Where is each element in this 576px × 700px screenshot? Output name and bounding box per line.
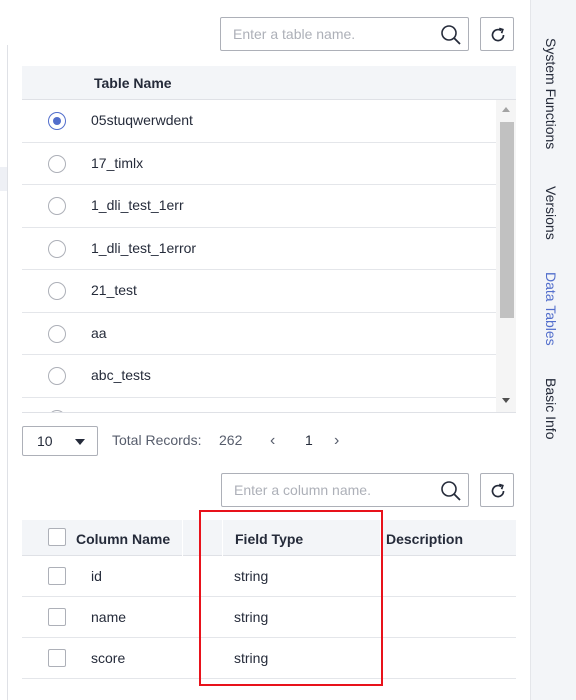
column-name-header: Column Name [76, 531, 171, 547]
scroll-up-arrow-icon[interactable] [502, 107, 510, 112]
table-radio[interactable] [48, 112, 66, 130]
tab-versions[interactable]: Versions [543, 186, 559, 240]
field-type-cell: string [234, 568, 269, 584]
table-list-header: Table Name [22, 66, 516, 100]
table-name: 1_dli_test_1err [91, 197, 184, 213]
column-row[interactable]: name string [22, 597, 516, 638]
field-type-header: Field Type [235, 531, 304, 547]
column-table-header: Column Name Field Type Description [22, 520, 516, 556]
column-checkbox[interactable] [48, 649, 66, 667]
scroll-thumb[interactable] [500, 122, 514, 318]
total-records-value: 262 [219, 432, 243, 448]
refresh-icon [491, 27, 505, 42]
table-name: 1_dli_test_1error [91, 239, 197, 256]
table-radio[interactable] [48, 282, 66, 300]
table-row[interactable]: 17_timlx [22, 143, 496, 185]
table-list-divider [22, 412, 516, 413]
tab-basic-info[interactable]: Basic Info [543, 378, 559, 439]
field-type-cell: string [234, 609, 269, 625]
column-checkbox[interactable] [48, 567, 66, 585]
table-row[interactable]: 05stuqwerwdent [22, 100, 496, 143]
column-name-cell: name [91, 609, 127, 625]
table-name: 17_timlx [91, 154, 144, 171]
prev-page-button[interactable]: ‹ [270, 432, 275, 450]
column-row[interactable]: id string [22, 556, 516, 597]
data-tables-panel: Table Name 05stuqwerwdent 17_timlx 1_dli… [8, 0, 530, 700]
column-search-box [221, 473, 469, 507]
table-search-box [220, 17, 469, 51]
column-separator [222, 520, 223, 556]
total-records-label: Total Records: [112, 432, 202, 448]
table-row[interactable]: 1_dli_test_1err [22, 185, 496, 228]
tab-data-tables[interactable]: Data Tables [543, 272, 559, 346]
table-search-input[interactable] [221, 18, 433, 50]
column-refresh-button[interactable] [480, 473, 514, 507]
current-page[interactable]: 1 [305, 432, 313, 448]
tab-system-functions[interactable]: System Functions [543, 38, 559, 149]
table-radio[interactable] [48, 239, 66, 258]
page-size-select[interactable]: 10 [22, 426, 98, 456]
scroll-down-arrow-icon[interactable] [502, 398, 510, 403]
search-icon[interactable] [440, 24, 462, 46]
table-row-partial[interactable] [22, 398, 496, 412]
column-checkbox[interactable] [48, 608, 66, 626]
left-panel-handle [0, 167, 7, 191]
page-size-value: 10 [37, 433, 53, 449]
column-separator [380, 520, 381, 556]
table-name: 05stuqwerwdent [91, 112, 193, 128]
table-name: 21_test [91, 282, 137, 298]
table-row[interactable]: 21_test [22, 270, 496, 313]
refresh-icon [491, 483, 505, 498]
table-refresh-button[interactable] [480, 17, 514, 51]
table-name: abc_tests [91, 367, 151, 383]
table-list: 05stuqwerwdent 17_timlx 1_dli_test_1err … [22, 100, 496, 412]
column-separator [182, 520, 183, 556]
table-radio[interactable] [48, 154, 66, 173]
next-page-button[interactable]: › [334, 432, 339, 450]
table-list-scrollbar[interactable] [496, 100, 516, 412]
column-search-input[interactable] [222, 474, 434, 506]
table-radio[interactable] [48, 324, 66, 343]
table-name: aa [91, 324, 107, 341]
table-row[interactable]: aa [22, 313, 496, 355]
description-header: Description [386, 531, 464, 547]
right-side-tabs: System Functions Versions Data Tables Ba… [530, 0, 576, 700]
table-row[interactable]: 1_dli_test_1error [22, 228, 496, 270]
chevron-down-icon [75, 439, 85, 445]
select-all-checkbox[interactable] [48, 528, 66, 546]
column-row[interactable]: score string [22, 638, 516, 679]
table-radio[interactable] [48, 367, 66, 385]
table-row[interactable]: abc_tests [22, 355, 496, 398]
search-icon[interactable] [440, 480, 462, 502]
field-type-cell: string [234, 650, 269, 666]
table-radio[interactable] [48, 197, 66, 215]
column-name-cell: score [91, 650, 126, 666]
table-name-header: Table Name [94, 75, 172, 91]
column-name-cell: id [91, 568, 102, 584]
